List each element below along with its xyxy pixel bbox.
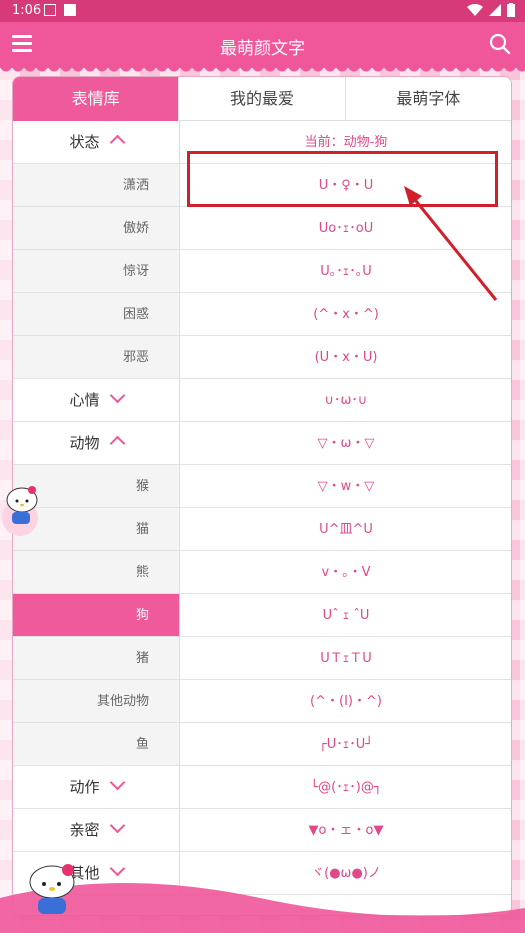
sub-item[interactable]: 惊讶: [13, 250, 179, 293]
emoticon-item[interactable]: ┌U･ｪ･U┘: [180, 723, 511, 766]
emoticon-item[interactable]: ∪･ω･∪: [180, 379, 511, 422]
chevron-down-icon: [109, 387, 125, 404]
search-icon[interactable]: [489, 33, 511, 55]
app-title: 最萌颜文字: [220, 39, 305, 59]
emoticon-item[interactable]: (U・x・U): [180, 336, 511, 379]
sub-item[interactable]: 猪: [13, 637, 179, 680]
tab-emoticon-library[interactable]: 表情库: [13, 77, 179, 121]
emoticon-item[interactable]: v・。・V: [180, 551, 511, 594]
category-label: 心情: [69, 391, 100, 409]
category-label: 动物: [69, 434, 100, 452]
status-bar: 1:06: [0, 0, 525, 22]
chevron-down-icon: [109, 774, 125, 791]
hello-kitty-sticker-icon: [29, 864, 75, 914]
category-animal[interactable]: 动物: [13, 422, 179, 465]
emoticon-item[interactable]: ▽・ω・▽: [180, 422, 511, 465]
emoticon-item[interactable]: U^皿^U: [180, 508, 511, 551]
tab-favorites[interactable]: 我的最爱: [178, 77, 345, 121]
sub-item[interactable]: 鱼: [13, 723, 179, 766]
category-intimate[interactable]: 亲密: [13, 809, 179, 852]
chevron-up-icon: [109, 435, 125, 452]
emoticon-item[interactable]: UＴｪＴU: [180, 637, 511, 680]
signal-icon: [489, 4, 501, 16]
emoticon-item[interactable]: Uˆ ｪ ˆU: [180, 594, 511, 637]
emoticon-list: 当前：动物-狗 U・♀・U Uo･ｪ･oU U｡･ｪ･｡U (^・x・^) (U…: [179, 121, 511, 895]
sub-item-selected[interactable]: 狗: [13, 594, 179, 637]
category-label: 亲密: [69, 821, 100, 839]
sub-item[interactable]: 困惑: [13, 293, 179, 336]
annotation-highlight-box: [187, 151, 498, 207]
status-time: 1:06: [12, 3, 42, 18]
emoticon-item[interactable]: ▽・w・▽: [180, 465, 511, 508]
chevron-down-icon: [109, 817, 125, 834]
emoticon-item[interactable]: (^・(I)・^): [180, 680, 511, 723]
sub-item[interactable]: 熊: [13, 551, 179, 594]
emoticon-item[interactable]: └@(･ｪ･)@┐: [180, 766, 511, 809]
category-action[interactable]: 动作: [13, 766, 179, 809]
app-bar: 最萌颜文字: [0, 22, 525, 68]
emoticon-item[interactable]: (^・x・^): [180, 293, 511, 336]
sub-item[interactable]: 傲娇: [13, 207, 179, 250]
sub-item[interactable]: 其他动物: [13, 680, 179, 723]
scallop-border: [0, 66, 525, 74]
tab-bar: 表情库 我的最爱 最萌字体: [13, 77, 511, 121]
notification-icon: [64, 4, 76, 16]
status-icons: [467, 3, 515, 17]
category-label: 状态: [69, 133, 100, 151]
wifi-icon: [467, 4, 483, 16]
chevron-up-icon: [109, 134, 125, 151]
tab-fonts[interactable]: 最萌字体: [344, 77, 511, 121]
sub-item[interactable]: 潇洒: [13, 164, 179, 207]
category-mood[interactable]: 心情: [13, 379, 179, 422]
hello-kitty-sticker-icon: [2, 486, 38, 536]
category-status[interactable]: 状态: [13, 121, 179, 164]
emoticon-item[interactable]: Uo･ｪ･oU: [180, 207, 511, 250]
emoticon-item[interactable]: ▼o・ェ・o▼: [180, 809, 511, 852]
battery-icon: [507, 3, 515, 17]
notification-icon: [44, 4, 56, 16]
category-label: 动作: [69, 778, 100, 796]
sub-item[interactable]: 邪恶: [13, 336, 179, 379]
emoticon-item[interactable]: U｡･ｪ･｡U: [180, 250, 511, 293]
